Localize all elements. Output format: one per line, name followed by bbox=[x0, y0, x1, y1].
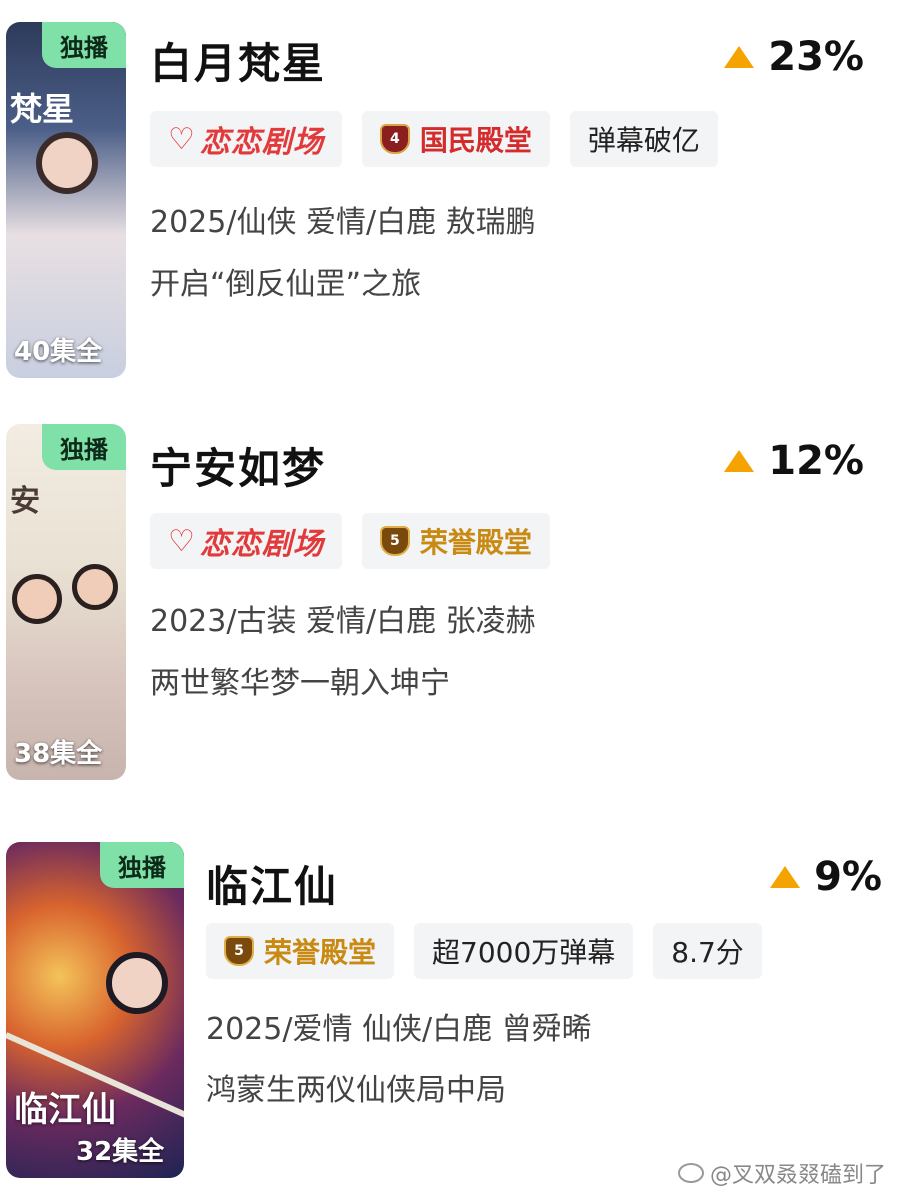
tag-brand[interactable]: ♡ 恋恋剧场 bbox=[150, 513, 342, 569]
poster-image[interactable]: 临江仙 独播 32集全 bbox=[6, 842, 184, 1178]
poster-figure bbox=[36, 132, 98, 194]
tag-row: 5 荣誉殿堂 超7000万弹幕 8.7分 bbox=[206, 923, 762, 979]
tag-plain[interactable]: 弹幕破亿 bbox=[569, 111, 718, 167]
tag-hall[interactable]: 5 荣誉殿堂 bbox=[361, 513, 550, 569]
tag-label: 恋恋剧场 bbox=[199, 527, 324, 562]
show-meta: 2025/仙侠 爱情/白鹿 敖瑞鹏 bbox=[150, 205, 536, 240]
tag-label: 弹幕破亿 bbox=[587, 124, 700, 157]
trend-indicator: 23% bbox=[724, 34, 864, 80]
episode-count: 32集全 bbox=[76, 1137, 165, 1167]
exclusive-badge: 独播 bbox=[42, 22, 126, 68]
poster-title-text: 临江仙 bbox=[14, 1090, 116, 1130]
poster-title-text: 梵星 bbox=[10, 90, 75, 128]
tag-brand[interactable]: ♡ 恋恋剧场 bbox=[150, 111, 342, 167]
show-item-1[interactable]: 梵星 独播 40集全 白月梵星 23% ♡ 恋恋剧场 4 国民殿堂 弹幕破亿 2… bbox=[0, 0, 900, 400]
poster-figure bbox=[72, 564, 118, 610]
weibo-icon bbox=[677, 1163, 704, 1183]
shield-badge-icon: 4 bbox=[379, 124, 410, 154]
tag-label: 恋恋剧场 bbox=[199, 125, 324, 160]
exclusive-badge: 独播 bbox=[100, 842, 184, 888]
shield-badge-icon: 5 bbox=[379, 526, 410, 556]
exclusive-badge: 独播 bbox=[42, 424, 126, 470]
poster-image[interactable]: 梵星 独播 40集全 bbox=[6, 22, 126, 378]
show-item-2[interactable]: 安 独播 38集全 宁安如梦 12% ♡ 恋恋剧场 5 荣誉殿堂 2023/古装… bbox=[0, 400, 900, 820]
tag-label: 8.7分 bbox=[671, 936, 744, 969]
show-meta: 2025/爱情 仙侠/白鹿 曾舜晞 bbox=[206, 1012, 592, 1047]
poster-title-text: 安 bbox=[10, 484, 40, 519]
triangle-up-icon bbox=[724, 46, 755, 68]
episode-count: 38集全 bbox=[14, 739, 103, 769]
heart-logo-icon: ♡ bbox=[168, 523, 196, 559]
tag-plain[interactable]: 8.7分 bbox=[653, 923, 762, 979]
tag-label: 国民殿堂 bbox=[419, 124, 532, 157]
show-slogan: 开启“倒反仙罡”之旅 bbox=[150, 267, 422, 302]
show-meta: 2023/古装 爱情/白鹿 张凌赫 bbox=[150, 604, 536, 639]
heart-logo-icon: ♡ bbox=[168, 121, 196, 157]
tag-plain[interactable]: 超7000万弹幕 bbox=[414, 923, 634, 979]
watermark: @叉双叒叕磕到了 bbox=[677, 1157, 886, 1189]
trend-indicator: 12% bbox=[724, 438, 864, 484]
show-slogan: 两世繁华梦一朝入坤宁 bbox=[150, 666, 450, 701]
trend-value: 9% bbox=[814, 854, 882, 900]
watermark-text: @叉双叒叕磕到了 bbox=[709, 1163, 886, 1188]
triangle-up-icon bbox=[724, 450, 755, 472]
poster-figure bbox=[106, 952, 168, 1014]
trend-value: 23% bbox=[768, 34, 864, 80]
trend-indicator: 9% bbox=[770, 854, 882, 900]
tag-row: ♡ 恋恋剧场 4 国民殿堂 弹幕破亿 bbox=[150, 111, 718, 167]
tag-hall[interactable]: 5 荣誉殿堂 bbox=[206, 923, 395, 979]
show-slogan: 鸿蒙生两仪仙侠局中局 bbox=[206, 1073, 506, 1108]
tag-label: 荣誉殿堂 bbox=[264, 936, 377, 969]
poster-figure bbox=[12, 574, 62, 624]
show-title[interactable]: 临江仙 bbox=[206, 853, 338, 914]
trend-value: 12% bbox=[768, 438, 864, 484]
tag-label: 荣誉殿堂 bbox=[419, 526, 532, 559]
tag-row: ♡ 恋恋剧场 5 荣誉殿堂 bbox=[150, 513, 550, 569]
triangle-up-icon bbox=[770, 866, 801, 888]
episode-count: 40集全 bbox=[14, 337, 103, 367]
show-title[interactable]: 宁安如梦 bbox=[150, 435, 326, 496]
show-item-3[interactable]: 临江仙 独播 32集全 临江仙 9% 5 荣誉殿堂 超7000万弹幕 8.7分 … bbox=[0, 820, 900, 1180]
poster-image[interactable]: 安 独播 38集全 bbox=[6, 424, 126, 780]
tag-label: 超7000万弹幕 bbox=[432, 936, 616, 969]
show-title[interactable]: 白月梵星 bbox=[150, 30, 326, 91]
shield-badge-icon: 5 bbox=[224, 936, 254, 966]
tag-hall[interactable]: 4 国民殿堂 bbox=[361, 111, 550, 167]
